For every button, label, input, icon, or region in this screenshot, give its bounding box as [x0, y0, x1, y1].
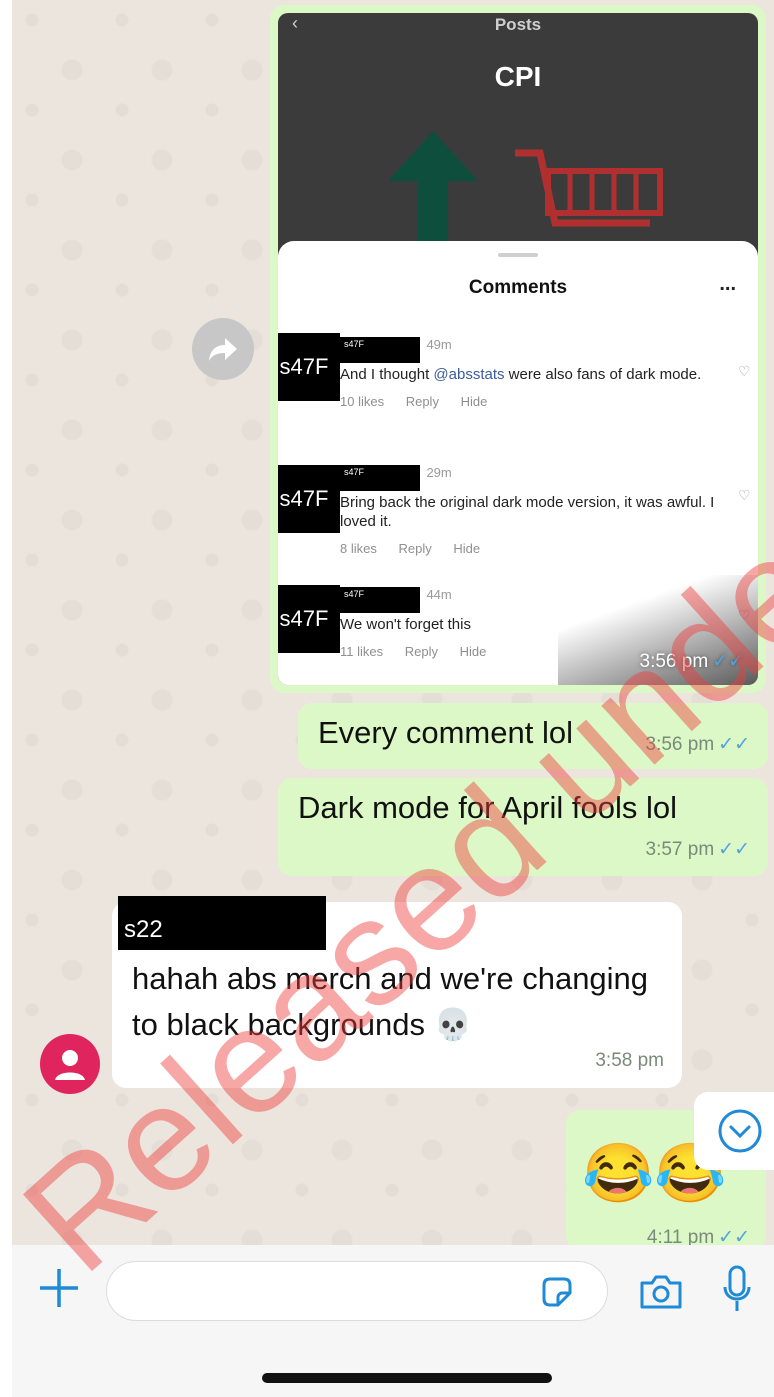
comment-time: 49m [426, 337, 452, 352]
chat-area[interactable]: ‹ Posts CPI Comments ... s47F s47F 49m A… [12, 0, 774, 1245]
screenshot-image[interactable]: ‹ Posts CPI Comments ... s47F s47F 49m A… [278, 13, 758, 685]
message-time: 3:56 pm ✓✓ [639, 651, 745, 672]
post-title: CPI [494, 61, 542, 92]
heart-icon[interactable]: ♡ [738, 363, 752, 379]
reply-link[interactable]: Reply [398, 541, 431, 556]
comment-time: 29m [426, 465, 452, 480]
read-ticks-icon: ✓✓ [718, 839, 750, 860]
redacted-avatar: s47F [278, 331, 342, 403]
comment-item: s47F 49m And I thought @absstats were al… [340, 337, 720, 409]
home-indicator[interactable] [262, 1373, 552, 1383]
redacted-username: s47F [340, 465, 420, 491]
comment-time: 44m [426, 587, 452, 602]
forward-icon [209, 338, 237, 361]
sender-avatar[interactable] [40, 1034, 100, 1094]
redacted-sender-name: s22 [118, 896, 326, 950]
likes-count[interactable]: 11 likes [340, 644, 383, 659]
message-time: 3:56 pm [645, 734, 715, 755]
message-time: 4:11 pm [646, 1227, 715, 1245]
up-arrow-icon [388, 131, 478, 241]
comment-text: And I thought @absstats were also fans o… [340, 366, 702, 383]
comment-item: s47F 29m Bring back the original dark mo… [340, 465, 720, 556]
message-time: 3:58 pm [595, 1050, 664, 1071]
message-input-bar [12, 1245, 774, 1397]
message-time: 3:57 pm [645, 839, 715, 860]
likes-count[interactable]: 8 likes [340, 541, 377, 556]
hide-link[interactable]: Hide [461, 394, 488, 409]
redacted-username: s47F [340, 587, 420, 613]
read-ticks-icon: ✓✓ [712, 651, 744, 672]
person-icon [55, 1050, 85, 1080]
plus-icon[interactable] [36, 1265, 82, 1311]
scroll-to-bottom-button[interactable] [694, 1092, 774, 1170]
camera-icon[interactable] [638, 1273, 684, 1311]
read-ticks-icon: ✓✓ [718, 734, 750, 755]
hide-link[interactable]: Hide [460, 644, 487, 659]
reply-link[interactable]: Reply [406, 394, 439, 409]
post-header: Posts [494, 15, 542, 34]
outgoing-message[interactable]: Dark mode for April fools lol 3:57 pm ✓✓ [278, 778, 768, 876]
reply-link[interactable]: Reply [405, 644, 438, 659]
message-input[interactable] [106, 1261, 608, 1321]
redacted-avatar: s47F [278, 583, 342, 655]
message-meta: 3:56 pm ✓✓ [646, 733, 751, 756]
heart-icon[interactable]: ♡ [738, 487, 752, 503]
redacted-avatar: s47F [278, 463, 342, 535]
comment-actions: 10 likes Reply Hide [340, 394, 720, 409]
hide-link[interactable]: Hide [453, 541, 480, 556]
more-options-icon[interactable]: ... [719, 273, 736, 296]
message-text: Every comment lol [318, 715, 573, 750]
message-text: hahah abs merch and we're changing to bl… [132, 961, 649, 1042]
message-meta: 3:57 pm ✓✓ [646, 838, 751, 861]
message-meta: 4:11 pm ✓✓ [647, 1226, 750, 1245]
chevron-down-icon [718, 1109, 762, 1153]
microphone-icon[interactable] [722, 1265, 752, 1315]
comment-text: Bring back the original dark mode versio… [340, 494, 715, 530]
screenshot-message-bubble[interactable]: ‹ Posts CPI Comments ... s47F s47F 49m A… [270, 5, 766, 693]
message-meta: 3:58 pm [595, 1050, 664, 1072]
sticker-icon[interactable] [540, 1275, 574, 1309]
message-text: Dark mode for April fools lol [298, 790, 678, 825]
read-ticks-icon: ✓✓ [718, 1227, 750, 1245]
sheet-handle[interactable] [498, 253, 538, 257]
comments-title: Comments [468, 277, 568, 298]
forward-button[interactable] [192, 318, 254, 380]
likes-count[interactable]: 10 likes [340, 394, 384, 409]
mention-link[interactable]: @absstats [433, 366, 504, 383]
outgoing-message[interactable]: Every comment lol 3:56 pm ✓✓ [298, 703, 768, 769]
redacted-username: s47F [340, 337, 420, 363]
incoming-message[interactable]: s22 hahah abs merch and we're changing t… [112, 896, 682, 1088]
shopping-cart-icon [515, 149, 663, 227]
comment-actions: 8 likes Reply Hide [340, 541, 720, 556]
